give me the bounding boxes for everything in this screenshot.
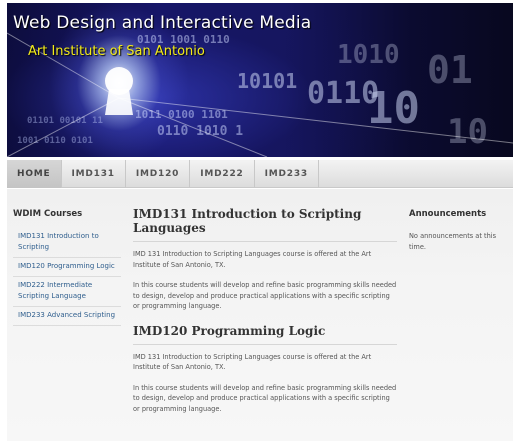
sidebar-item-imd233[interactable]: IMD233 Advanced Scripting <box>13 307 121 326</box>
announcements-text: No announcements at this time. <box>409 232 497 251</box>
course-list: IMD131 Introduction to Scripting IMD120 … <box>13 228 121 326</box>
svg-text:10: 10 <box>367 83 420 134</box>
nav-item-home[interactable]: HOME <box>7 160 62 188</box>
nav-item-imd120[interactable]: IMD120 <box>126 160 191 188</box>
site-subtitle: Art Institute of San Antonio <box>28 44 205 59</box>
nav-item-imd233[interactable]: IMD233 <box>255 160 319 188</box>
svg-text:0110 1010 1: 0110 1010 1 <box>157 124 243 139</box>
article-paragraph: IMD 131 Introduction to Scripting Langua… <box>133 352 372 372</box>
svg-text:01: 01 <box>427 48 473 92</box>
nav-item-imd222[interactable]: IMD222 <box>190 160 255 188</box>
announcements-heading: Announcements <box>409 209 487 219</box>
sidebar-item-imd131[interactable]: IMD131 Introduction to Scripting <box>13 228 121 258</box>
sidebar-heading: WDIM Courses <box>13 209 83 219</box>
main-content: IMD131 Introduction to Scripting Languag… <box>133 207 397 426</box>
announcements: Announcements No announcements at this t… <box>409 209 509 252</box>
svg-text:1010: 1010 <box>337 40 400 70</box>
header-banner: 0101 1001 0110 1011 0100 1101 0110 1010 … <box>7 3 513 157</box>
svg-text:01101 00101 11: 01101 00101 11 <box>27 116 103 126</box>
article-paragraph: In this course students will develop and… <box>133 383 397 413</box>
svg-text:10101: 10101 <box>237 69 297 93</box>
main-nav: HOME IMD131 IMD120 IMD222 IMD233 <box>7 160 513 188</box>
article: IMD131 Introduction to Scripting Languag… <box>133 207 397 312</box>
sidebar: WDIM Courses IMD131 Introduction to Scri… <box>13 209 121 326</box>
sidebar-item-imd222[interactable]: IMD222 Intermediate Scripting Language <box>13 277 121 307</box>
content-area: WDIM Courses IMD131 Introduction to Scri… <box>7 189 513 441</box>
svg-text:1001 0110 0101: 1001 0110 0101 <box>17 136 93 146</box>
article-title: IMD120 Programming Logic <box>133 324 397 345</box>
nav-item-imd131[interactable]: IMD131 <box>62 160 126 188</box>
site-title: Web Design and Interactive Media <box>13 13 312 33</box>
article-paragraph: IMD 131 Introduction to Scripting Langua… <box>133 250 372 269</box>
sidebar-item-imd120[interactable]: IMD120 Programming Logic <box>13 258 121 277</box>
article-paragraph: In this course students will develop and… <box>133 281 397 310</box>
article-title: IMD131 Introduction to Scripting Languag… <box>133 207 397 242</box>
svg-text:10: 10 <box>447 112 488 152</box>
article: IMD120 Programming Logic IMD 131 Introdu… <box>133 324 397 415</box>
